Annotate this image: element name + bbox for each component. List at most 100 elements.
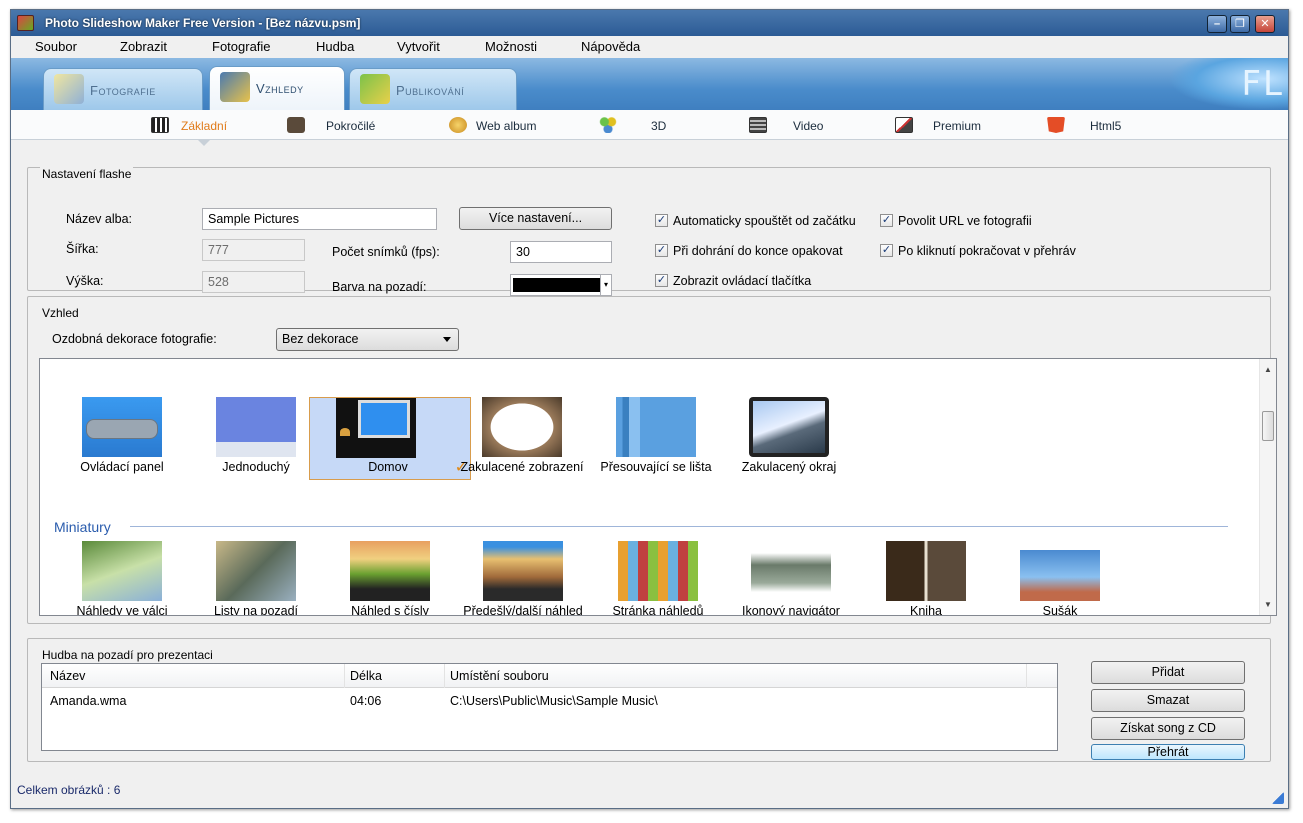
menu-vytvorit[interactable]: Vytvořit — [397, 39, 440, 54]
total-images-status: Celkem obrázků : 6 — [17, 783, 121, 797]
autostart-checkbox[interactable]: ✓ Automaticky spouštět od začátku — [655, 214, 856, 230]
height-input: 528 — [202, 271, 305, 293]
subtab-html5-label: Html5 — [1090, 119, 1122, 133]
thumbnail-template-ikonovy-navigator[interactable]: Ikonový navigátor — [721, 541, 861, 615]
app-window: Photo Slideshow Maker Free Version - [Be… — [10, 9, 1289, 809]
subtab-pokrocile[interactable]: Pokročilé — [287, 117, 387, 135]
play-music-button[interactable]: Přehrát — [1091, 744, 1245, 760]
album-name-input[interactable]: Sample Pictures — [202, 208, 437, 230]
main-tab-strip: FL Fotografie Vzhledy Publikování — [11, 58, 1288, 110]
subtab-html5[interactable]: Html5 — [1047, 117, 1137, 135]
subtab-video-label: Video — [793, 119, 824, 133]
active-subtab-pointer — [197, 139, 211, 146]
resize-grip-icon[interactable] — [1272, 792, 1284, 804]
more-settings-button[interactable]: Více nastavení... — [459, 207, 612, 230]
tab-publikovani[interactable]: Publikování — [349, 68, 517, 110]
template-jednoduchy[interactable]: Jednoduchý — [186, 397, 326, 481]
subtab-zakladni-label: Základní — [181, 119, 228, 133]
tab-vzhledy-label: Vzhledy — [256, 81, 304, 96]
menu-fotografie[interactable]: Fotografie — [212, 39, 271, 54]
app-icon — [17, 15, 34, 31]
bg-color-label: Barva na pozadí: — [332, 280, 427, 294]
column-separator — [444, 664, 445, 688]
delete-music-button[interactable]: Smazat — [1091, 689, 1245, 712]
subtab-video[interactable]: Video — [749, 117, 839, 135]
title-bar: Photo Slideshow Maker Free Version - [Be… — [11, 10, 1288, 36]
chevron-down-icon: ▾ — [600, 275, 611, 295]
premium-icon — [895, 117, 913, 133]
get-song-from-cd-button[interactable]: Získat song z CD — [1091, 717, 1245, 740]
web-album-icon — [449, 117, 467, 133]
subtab-web-album-label: Web album — [476, 119, 537, 133]
continue-on-click-checkbox[interactable]: ✓ Po kliknutí pokračovat v přehráv — [880, 244, 1090, 260]
music-list-header: Název Délka Umístění souboru — [42, 664, 1057, 688]
template-presouvajici-se-lista[interactable]: Přesouvající se lišta — [586, 397, 726, 481]
template-preview-image — [482, 397, 562, 457]
molecule-icon — [599, 117, 617, 133]
menu-napoveda[interactable]: Nápověda — [581, 39, 640, 54]
menu-moznosti[interactable]: Možnosti — [485, 39, 537, 54]
music-list[interactable]: Název Délka Umístění souboru Amanda.wma … — [41, 663, 1058, 751]
tab-publikovani-label: Publikování — [396, 83, 465, 98]
subtab-3d[interactable]: 3D — [599, 117, 679, 135]
photo-frame-icon — [54, 74, 84, 104]
gallery-scrollbar[interactable]: ▲ ▼ — [1259, 359, 1276, 615]
template-ovladaci-panel[interactable]: Ovládací panel — [52, 397, 192, 481]
music-group-title: Hudba na pozadí pro prezentaci — [40, 648, 215, 662]
fps-input[interactable]: 30 — [510, 241, 612, 263]
scroll-down-icon[interactable]: ▼ — [1264, 600, 1272, 609]
column-separator — [344, 664, 345, 688]
maximize-button[interactable]: ❐ — [1230, 15, 1250, 33]
close-button[interactable]: ✕ — [1255, 15, 1275, 33]
publish-box-icon — [360, 74, 390, 104]
thumbnail-template-predesly-dalsi-nahled[interactable]: Předešlý/další náhled — [453, 541, 593, 615]
template-zakulacene-zobrazeni[interactable]: Zakulacené zobrazení — [452, 397, 592, 481]
scrollbar-thumb[interactable] — [1262, 411, 1274, 441]
window-title: Photo Slideshow Maker Free Version - [Be… — [45, 16, 361, 30]
check-icon: ✓ — [880, 244, 893, 257]
column-header-name[interactable]: Název — [50, 669, 85, 683]
flash-settings-group: Nastavení flashe Název alba: Sample Pict… — [27, 167, 1271, 296]
subtab-zakladni[interactable]: Základní — [151, 117, 241, 135]
thumbnail-template-kniha[interactable]: Kniha — [856, 541, 996, 615]
film-strip-icon — [220, 72, 250, 102]
track-name[interactable]: Amanda.wma — [50, 694, 126, 708]
thumbnail-template-nahledy-ve-valci[interactable]: Náhledy ve válci — [52, 541, 192, 615]
column-header-length[interactable]: Délka — [350, 669, 382, 683]
template-preview-image — [82, 397, 162, 457]
subtab-web-album[interactable]: Web album — [449, 117, 559, 135]
thumbnail-template-nahled-s-cisly[interactable]: Náhled s čísly — [320, 541, 460, 615]
tab-vzhledy[interactable]: Vzhledy — [209, 66, 345, 110]
template-label: Zakulacený okraj — [741, 460, 837, 474]
tab-fotografie[interactable]: Fotografie — [43, 68, 203, 110]
thumbnail-template-susak[interactable]: Sušák — [990, 541, 1130, 615]
thumbnail-template-stranka-nahledu[interactable]: Stránka náhledů — [588, 541, 728, 615]
template-preview-image — [483, 541, 563, 601]
minimize-button[interactable]: – — [1207, 15, 1227, 33]
width-input: 777 — [202, 239, 305, 261]
briefcase-icon — [287, 117, 305, 133]
piano-icon — [151, 117, 169, 133]
thumbnail-template-listy-na-pozadi[interactable]: Listy na pozadí — [186, 541, 326, 615]
loop-label: Při dohrání do konce opakovat — [673, 244, 843, 258]
subtab-premium[interactable]: Premium — [895, 117, 995, 135]
menu-hudba[interactable]: Hudba — [316, 39, 354, 54]
menu-soubor[interactable]: Soubor — [35, 39, 77, 54]
add-music-button[interactable]: Přidat — [1091, 661, 1245, 684]
sub-tab-bar: Základní Pokročilé Web album 3D Video Pr… — [11, 110, 1288, 140]
template-preview-image — [749, 397, 829, 457]
template-zakulaceny-okraj[interactable]: Zakulacený okraj — [719, 397, 859, 481]
template-preview-image — [216, 541, 296, 601]
column-header-path[interactable]: Umístění souboru — [450, 669, 549, 683]
bg-color-picker[interactable]: ▾ — [510, 274, 612, 296]
allow-url-checkbox[interactable]: ✓ Povolit URL ve fotografii — [880, 214, 1090, 230]
menu-zobrazit[interactable]: Zobrazit — [120, 39, 167, 54]
show-controls-checkbox[interactable]: ✓ Zobrazit ovládací tlačítka — [655, 274, 855, 290]
template-preview-image — [618, 541, 698, 601]
subtab-3d-label: 3D — [651, 119, 667, 133]
film-icon — [749, 117, 767, 133]
scroll-up-icon[interactable]: ▲ — [1264, 365, 1272, 374]
template-preview-image — [350, 541, 430, 601]
decoration-dropdown[interactable]: Bez dekorace — [276, 328, 459, 351]
loop-checkbox[interactable]: ✓ Při dohrání do konce opakovat — [655, 244, 855, 260]
